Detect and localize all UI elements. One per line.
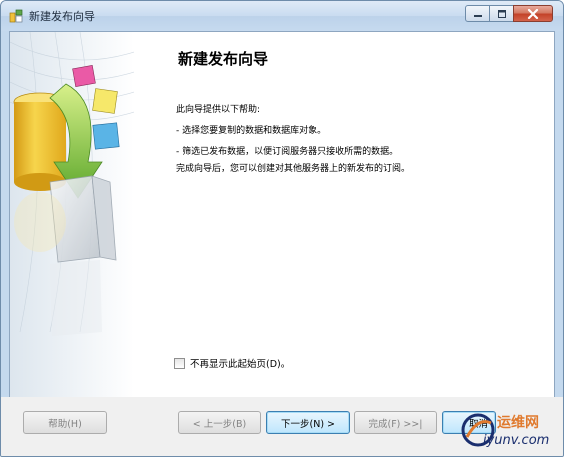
back-button[interactable]: < 上一步(B) [178,411,261,434]
close-button[interactable] [513,5,553,22]
watermark-title: 运维网 [497,415,539,431]
next-button[interactable]: 下一步(N) > [266,411,350,434]
closing-text: 完成向导后，您可以创建对其他服务器上的新发布的订阅。 [176,164,411,174]
page-description: 此向导提供以下帮助: - 选择您要复制的数据和数据库对象。 - 筛选已发布数据，… [176,100,410,180]
finish-button[interactable]: 完成(F) >>| [354,411,437,434]
maximize-button[interactable] [489,5,514,22]
wizard-banner-art [10,32,134,397]
minimize-icon [473,14,482,17]
wizard-app-icon [9,9,23,23]
maximize-icon [497,9,506,18]
skip-start-page-label: 不再显示此起始页(D)。 [190,359,291,370]
title-bar[interactable]: 新建发布向导 [1,1,563,31]
help-button[interactable]: 帮助(H) [23,411,107,434]
bullet-item: - 选择您要复制的数据和数据库对象。 [176,126,327,136]
intro-text: 此向导提供以下帮助: [176,105,261,115]
watermark-url: iyunv.com [483,433,550,448]
wizard-window: 新建发布向导 新建发布向导 此向导提供以下帮助: - 选择您要复制的数据和数据库… [0,0,564,457]
page-heading: 新建发布向导 [178,50,269,68]
skip-start-page-checkbox[interactable] [174,357,185,369]
close-icon [527,8,539,19]
site-watermark: 运维网 iyunv.com [459,411,563,455]
skip-start-page-option[interactable]: 不再显示此起始页(D)。 [174,356,290,370]
window-controls [465,5,553,22]
window-title: 新建发布向导 [29,10,95,23]
minimize-button[interactable] [465,5,490,22]
wizard-content: 新建发布向导 此向导提供以下帮助: - 选择您要复制的数据和数据库对象。 - 筛… [9,31,555,398]
